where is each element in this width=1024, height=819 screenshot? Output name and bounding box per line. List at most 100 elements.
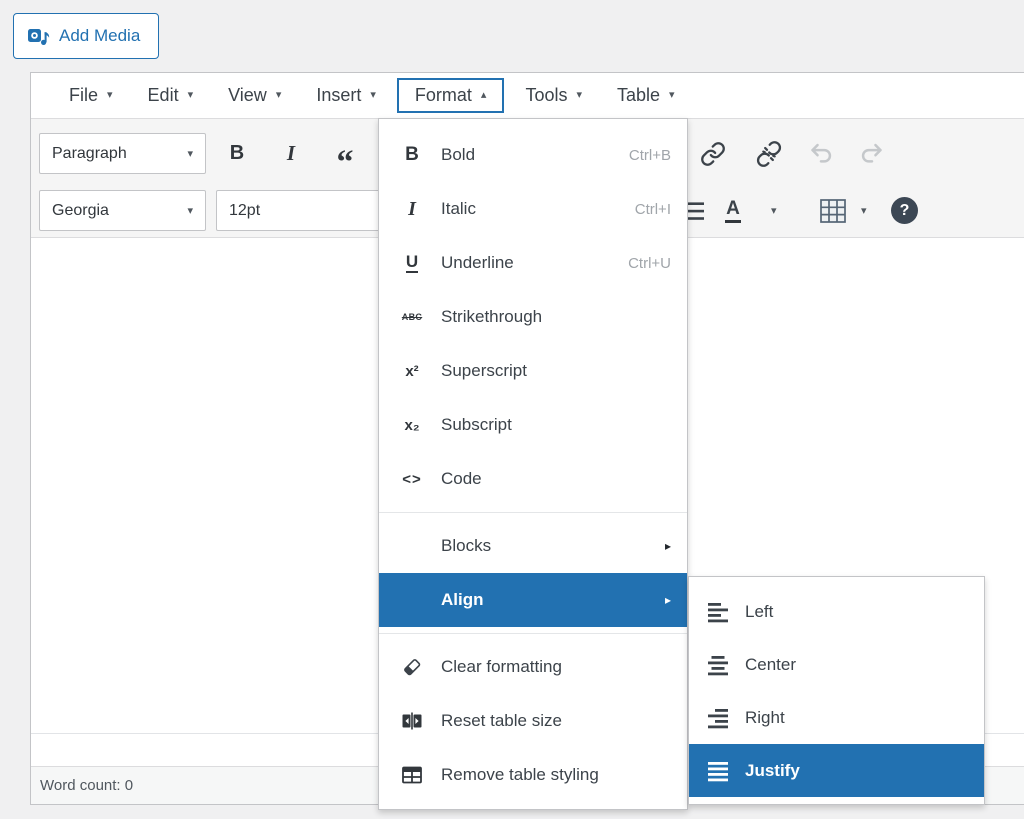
align-right-icon xyxy=(705,707,731,729)
font-size-select[interactable]: 12pt xyxy=(216,190,390,231)
menu-separator xyxy=(379,633,687,634)
link-icon xyxy=(700,141,726,167)
chevron-down-icon: ▾ xyxy=(669,90,675,101)
submenu-item-label: Left xyxy=(745,602,773,622)
submenu-item-label: Right xyxy=(745,708,785,728)
menu-item-clear-formatting[interactable]: Clear formatting xyxy=(379,640,687,694)
menu-edit-label: Edit xyxy=(148,85,179,106)
menu-tools[interactable]: Tools ▾ xyxy=(511,78,596,113)
submenu-item-align-justify[interactable]: Justify xyxy=(689,744,984,797)
menu-item-shortcut: Ctrl+U xyxy=(628,255,671,272)
bold-icon: B xyxy=(230,142,244,165)
submenu-arrow-icon: ▸ xyxy=(665,540,671,552)
table-grid-icon xyxy=(819,198,847,224)
chevron-down-icon: ▾ xyxy=(107,90,113,101)
italic-button[interactable]: I xyxy=(271,133,311,174)
help-icon: ? xyxy=(900,202,910,220)
menu-separator xyxy=(379,512,687,513)
table-button[interactable] xyxy=(813,190,853,231)
superscript-icon: x² xyxy=(397,363,427,380)
blockquote-button[interactable]: “ xyxy=(325,133,365,174)
submenu-item-label: Justify xyxy=(745,761,800,781)
chevron-down-icon: ▾ xyxy=(276,90,282,101)
code-icon: <> xyxy=(397,471,427,488)
menu-item-superscript[interactable]: x² Superscript xyxy=(379,344,687,398)
chevron-down-icon: ▾ xyxy=(187,147,193,160)
menu-tools-label: Tools xyxy=(525,85,567,106)
menu-item-label: Bold xyxy=(441,145,475,165)
menu-item-label: Superscript xyxy=(441,361,527,381)
menu-item-blocks[interactable]: Blocks ▸ xyxy=(379,519,687,573)
submenu-arrow-icon: ▸ xyxy=(665,594,671,606)
redo-icon xyxy=(858,140,885,167)
menu-item-label: Underline xyxy=(441,253,514,273)
subscript-icon: x₂ xyxy=(397,417,427,434)
menu-item-label: Clear formatting xyxy=(441,657,562,677)
menu-item-shortcut: Ctrl+B xyxy=(629,147,671,164)
chevron-down-icon[interactable]: ▾ xyxy=(861,204,867,217)
chevron-down-icon: ▾ xyxy=(187,204,193,217)
add-media-button[interactable]: Add Media xyxy=(13,13,159,59)
menu-insert[interactable]: Insert ▾ xyxy=(302,78,390,113)
menu-item-strikethrough[interactable]: ABC Strikethrough xyxy=(379,290,687,344)
menu-item-remove-table-styling[interactable]: Remove table styling xyxy=(379,748,687,802)
align-center-icon xyxy=(705,654,731,676)
menu-item-label: Subscript xyxy=(441,415,512,435)
align-submenu: Left Center Right Justify xyxy=(688,576,985,805)
format-menu: B Bold Ctrl+B I Italic Ctrl+I U Underlin… xyxy=(378,118,688,810)
align-justify-icon xyxy=(705,760,731,782)
menu-file[interactable]: File ▾ xyxy=(55,78,127,113)
strikethrough-icon: ABC xyxy=(397,312,427,322)
undo-button[interactable] xyxy=(801,133,841,174)
menu-format-label: Format xyxy=(415,85,472,106)
paragraph-select-value: Paragraph xyxy=(52,145,127,163)
underline-icon: U xyxy=(406,253,418,274)
menu-view[interactable]: View ▾ xyxy=(214,78,295,113)
menu-item-subscript[interactable]: x₂ Subscript xyxy=(379,398,687,452)
bold-button[interactable]: B xyxy=(217,133,257,174)
table-icon xyxy=(397,764,427,786)
menu-format[interactable]: Format ▴ xyxy=(397,78,505,113)
insert-link-button[interactable] xyxy=(693,133,733,174)
help-button[interactable]: ? xyxy=(891,197,918,224)
align-left-icon xyxy=(705,601,731,623)
chevron-down-icon[interactable]: ▾ xyxy=(771,204,777,217)
menu-item-label: Blocks xyxy=(441,536,491,556)
menu-item-label: Code xyxy=(441,469,482,489)
media-icon xyxy=(27,25,50,48)
word-count-text: Word count: 0 xyxy=(40,777,133,794)
menu-item-align[interactable]: Align ▸ xyxy=(379,573,687,627)
submenu-item-label: Center xyxy=(745,655,796,675)
unlink-icon xyxy=(756,141,782,167)
remove-link-button[interactable] xyxy=(749,133,789,174)
chevron-down-icon: ▾ xyxy=(188,90,194,101)
font-family-select[interactable]: Georgia ▾ xyxy=(39,190,206,231)
menu-item-reset-table-size[interactable]: Reset table size xyxy=(379,694,687,748)
menu-item-bold[interactable]: B Bold Ctrl+B xyxy=(379,128,687,182)
menu-edit[interactable]: Edit ▾ xyxy=(134,78,208,113)
menu-item-code[interactable]: <> Code xyxy=(379,452,687,506)
menu-file-label: File xyxy=(69,85,98,106)
redo-button[interactable] xyxy=(851,133,891,174)
menu-view-label: View xyxy=(228,85,267,106)
font-family-select-value: Georgia xyxy=(52,202,109,220)
submenu-item-align-center[interactable]: Center xyxy=(689,638,984,691)
text-color-button[interactable]: A xyxy=(715,190,751,231)
submenu-item-align-right[interactable]: Right xyxy=(689,691,984,744)
menu-item-italic[interactable]: I Italic Ctrl+I xyxy=(379,182,687,236)
paragraph-select[interactable]: Paragraph ▾ xyxy=(39,133,206,174)
bold-icon: B xyxy=(397,144,427,166)
menu-item-underline[interactable]: U Underline Ctrl+U xyxy=(379,236,687,290)
submenu-item-align-left[interactable]: Left xyxy=(689,585,984,638)
menu-item-label: Strikethrough xyxy=(441,307,542,327)
italic-icon: I xyxy=(287,141,295,166)
menu-item-shortcut: Ctrl+I xyxy=(635,201,671,218)
text-color-icon: A xyxy=(725,198,741,223)
menu-item-label: Italic xyxy=(441,199,476,219)
menu-table[interactable]: Table ▾ xyxy=(603,78,689,113)
add-media-label: Add Media xyxy=(59,26,140,46)
editor-menubar: File ▾ Edit ▾ View ▾ Insert ▾ Format ▴ T… xyxy=(31,73,1024,119)
eraser-icon xyxy=(397,656,427,678)
menu-insert-label: Insert xyxy=(316,85,361,106)
chevron-down-icon: ▾ xyxy=(576,90,582,101)
